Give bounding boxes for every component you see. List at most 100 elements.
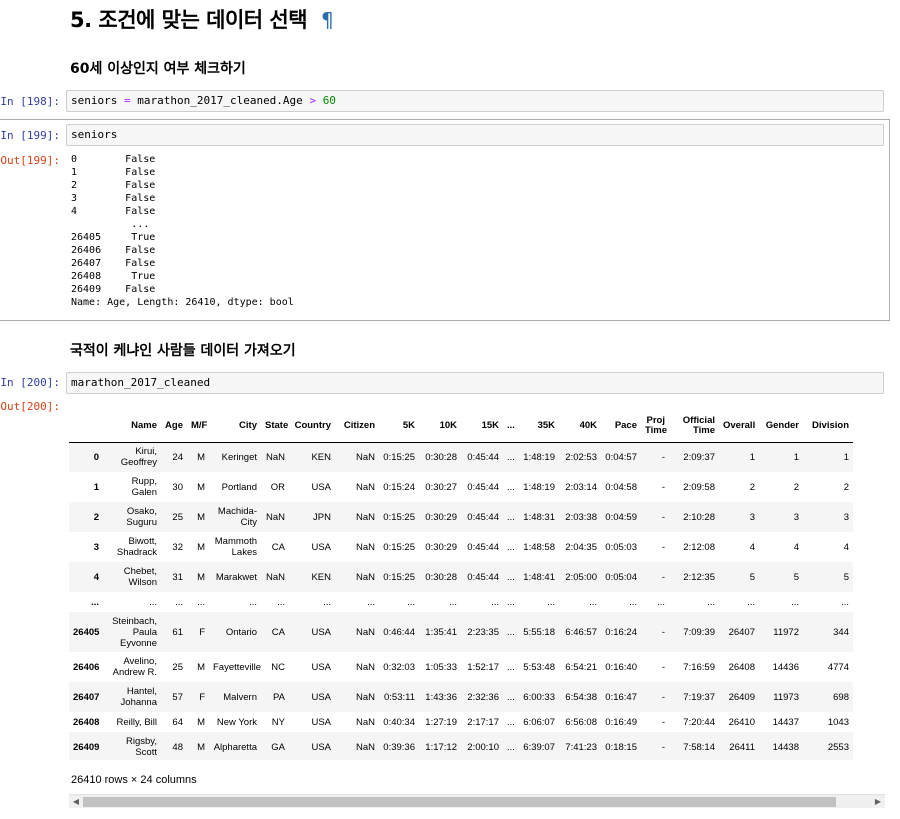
table-cell: F xyxy=(199,626,205,638)
table-cell: 1:48:41 xyxy=(523,571,555,583)
table-cell: 3 xyxy=(843,511,849,523)
table-cell: ... xyxy=(507,451,515,463)
table-cell: 2:03:14 xyxy=(565,481,597,493)
table-row: 26408 Reilly, Bill 64 M New York NY USA NaN 0:40… xyxy=(69,712,853,732)
table-cell: 4774 xyxy=(827,661,849,673)
table-cell: 26408 xyxy=(728,661,755,673)
code-cell-198[interactable]: seniors = marathon_2017_cleaned.Age > 60 xyxy=(66,90,884,112)
table-cell: NaN xyxy=(355,541,375,553)
table-cell: 0:16:49 xyxy=(605,716,637,728)
table-cell: M xyxy=(197,481,205,493)
table-cell: CA xyxy=(271,626,285,638)
table-cell: NaN xyxy=(355,511,375,523)
column-header: Name xyxy=(103,410,161,443)
table-cell: USA xyxy=(311,481,331,493)
table-cell: 0:15:25 xyxy=(383,541,415,553)
table-cell: USA xyxy=(311,541,331,553)
table-cell: 0:16:40 xyxy=(605,661,637,673)
table-cell: 1:17:12 xyxy=(425,741,457,753)
table-cell: 61 xyxy=(172,626,183,638)
output-prompt-200: Out[200]: xyxy=(0,400,60,413)
table-cell: ... xyxy=(547,596,555,608)
table-cell: M xyxy=(197,511,205,523)
code-operator: > xyxy=(309,94,317,107)
table-cell: 26410 xyxy=(728,716,755,728)
column-header: Official Time xyxy=(669,410,719,443)
column-header: Overall xyxy=(719,410,759,443)
table-cell: M xyxy=(197,716,205,728)
table-cell: KEN xyxy=(311,451,331,463)
section-title: 5. 조건에 맞는 데이터 선택 xyxy=(70,8,308,32)
table-cell: NC xyxy=(271,661,285,673)
table-cell: - xyxy=(661,541,665,553)
scroll-right-icon[interactable]: ▶ xyxy=(871,795,885,809)
table-cell: 6:46:57 xyxy=(565,626,597,638)
column-header: 40K xyxy=(559,410,601,443)
table-cell: USA xyxy=(311,741,331,753)
table-cell: 0:46:44 xyxy=(383,626,415,638)
table-cell: 4 xyxy=(843,541,849,553)
table-cell: 32 xyxy=(172,541,183,553)
row-index: 26405 xyxy=(73,626,100,638)
anchor-link-icon[interactable]: ¶ xyxy=(321,8,334,32)
table-cell: 2:10:28 xyxy=(683,511,715,523)
table-cell: 0:16:24 xyxy=(605,626,637,638)
table-cell: ... xyxy=(589,596,597,608)
table-cell: Marakwet xyxy=(215,571,257,583)
horizontal-scrollbar[interactable]: ◀ ▶ xyxy=(69,794,885,808)
table-cell: PA xyxy=(273,691,285,703)
column-header: 5K xyxy=(379,410,419,443)
table-cell: ... xyxy=(367,596,375,608)
table-cell: 11972 xyxy=(773,626,799,638)
table-cell: 0:04:58 xyxy=(605,481,637,493)
table-cell: ... xyxy=(841,596,849,608)
table-cell: NaN xyxy=(355,741,375,753)
table-cell: ... xyxy=(507,541,515,553)
table-cell: 5 xyxy=(793,571,799,583)
scrollbar-thumb[interactable] xyxy=(83,797,836,807)
scroll-left-icon[interactable]: ◀ xyxy=(69,795,83,809)
row-index: 26409 xyxy=(73,741,100,753)
table-cell: ... xyxy=(507,511,515,523)
table-cell: 6:54:21 xyxy=(565,661,597,673)
table-cell: ... xyxy=(175,596,183,608)
output-prompt-199: Out[199]: xyxy=(0,154,60,167)
table-cell: 7:19:37 xyxy=(683,691,715,703)
table-cell: NY xyxy=(271,716,285,728)
dataframe-table: Name Age M/F City State Country Citizen 5K 10K 15… xyxy=(69,410,853,760)
dataframe-shape-note: 26410 rows × 24 columns xyxy=(71,774,197,786)
table-cell: F xyxy=(199,691,205,703)
table-cell: 2:09:58 xyxy=(683,481,715,493)
table-cell: 26407 xyxy=(728,626,755,638)
table-cell: 6:54:38 xyxy=(565,691,597,703)
table-cell: 2553 xyxy=(827,741,849,753)
code-token: marathon_2017_cleaned.Age xyxy=(137,94,303,107)
table-cell: JPN xyxy=(313,511,331,523)
table-cell: ... xyxy=(197,596,205,608)
table-cell: - xyxy=(661,691,665,703)
table-row: ........................................… xyxy=(69,592,853,612)
table-cell: 2:32:36 xyxy=(467,691,499,703)
column-header: ... xyxy=(503,410,517,443)
table-cell: 0:16:47 xyxy=(605,691,637,703)
column-header: State xyxy=(261,410,289,443)
subheading-kenya: 국적이 케냐인 사람들 데이터 가져오기 xyxy=(70,343,296,359)
row-index: 26406 xyxy=(73,661,100,673)
table-cell: 2:12:08 xyxy=(683,541,715,553)
table-row: 1 Rupp, Galen 30 M Portland OR USA NaN 0:15:24 0:… xyxy=(69,472,853,502)
table-cell: 0:45:44 xyxy=(467,571,499,583)
table-cell: 1:05:33 xyxy=(425,661,457,673)
table-row: 26405 Steinbach, Paula Eyvonne 61 F Ontario C… xyxy=(69,612,853,652)
table-cell: NaN xyxy=(355,691,375,703)
table-cell: 0:45:44 xyxy=(467,541,499,553)
table-cell: 57 xyxy=(172,691,183,703)
code-operator: = xyxy=(123,94,131,107)
table-cell: USA xyxy=(311,626,331,638)
table-cell: Chebet, Wilson xyxy=(123,566,157,588)
table-cell: ... xyxy=(407,596,415,608)
code-cell-199[interactable]: seniors xyxy=(66,124,884,146)
table-row: 26406 Avelino, Andrew R. 25 M Fayetteville NC… xyxy=(69,652,853,682)
code-cell-200[interactable]: marathon_2017_cleaned xyxy=(66,372,884,394)
table-cell: 14438 xyxy=(772,741,799,753)
table-cell: Reilly, Bill xyxy=(116,716,157,728)
